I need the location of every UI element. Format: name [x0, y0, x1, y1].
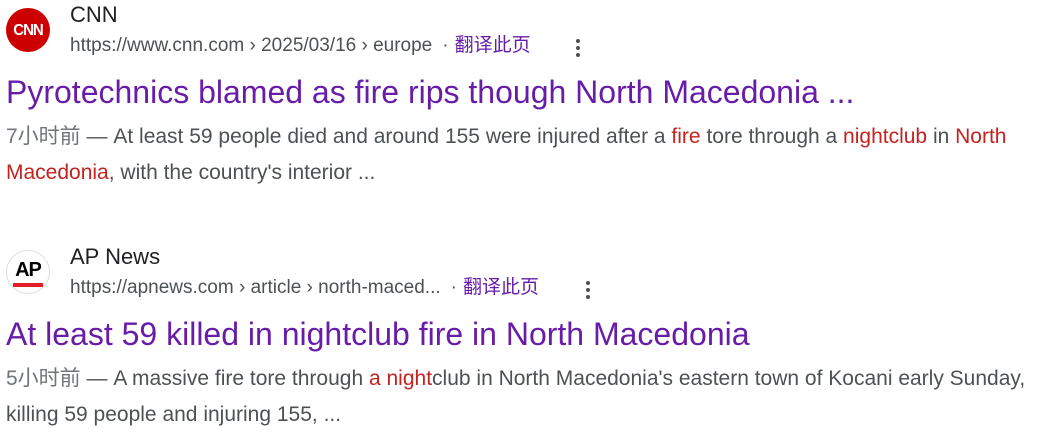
result-snippet: 5小时前 — A massive fire tore through a nig…	[6, 361, 1056, 433]
snippet-text: tore through a	[700, 125, 844, 148]
cnn-logo-icon[interactable]: CNN	[6, 8, 50, 52]
result-url[interactable]: https://apnews.com › article › north-mac…	[70, 276, 539, 300]
three-dots-vertical-icon[interactable]	[568, 36, 588, 60]
separator-dot: ·	[450, 277, 457, 298]
url-path: https://apnews.com › article › north-mac…	[70, 277, 441, 298]
result-url[interactable]: https://www.cnn.com › 2025/03/16 › europ…	[70, 34, 531, 58]
result-snippet: 7小时前 — At least 59 people died and aroun…	[6, 119, 1056, 191]
translate-link[interactable]: 翻译此页	[463, 277, 539, 298]
url-path: https://www.cnn.com › 2025/03/16 › europ…	[70, 35, 433, 56]
result-date: 5小时前	[6, 367, 81, 390]
result-title-link[interactable]: At least 59 killed in nightclub fire in …	[6, 314, 750, 354]
site-name[interactable]: CNN	[70, 2, 118, 28]
site-name[interactable]: AP News	[70, 244, 160, 270]
snippet-text: — A massive fire tore through	[80, 367, 369, 390]
translate-link[interactable]: 翻译此页	[455, 35, 531, 56]
separator-dot: ·	[442, 35, 449, 56]
result-title-link[interactable]: Pyrotechnics blamed as fire rips though …	[6, 72, 854, 112]
snippet-highlight: nightclub	[843, 125, 928, 148]
snippet-text: — At least 59 people died and around 155…	[80, 125, 672, 148]
result-date: 7小时前	[6, 125, 81, 148]
snippet-text: , with the country's interior ...	[108, 161, 376, 184]
snippet-highlight: fire	[671, 125, 701, 148]
ap-news-logo-icon[interactable]: AP	[6, 250, 50, 294]
favicon-text: AP	[15, 258, 42, 281]
logo-underline	[13, 282, 43, 287]
snippet-text: in	[927, 125, 956, 148]
three-dots-vertical-icon[interactable]	[578, 278, 598, 302]
favicon-text: CNN	[13, 21, 43, 39]
snippet-highlight: a night	[368, 367, 433, 390]
